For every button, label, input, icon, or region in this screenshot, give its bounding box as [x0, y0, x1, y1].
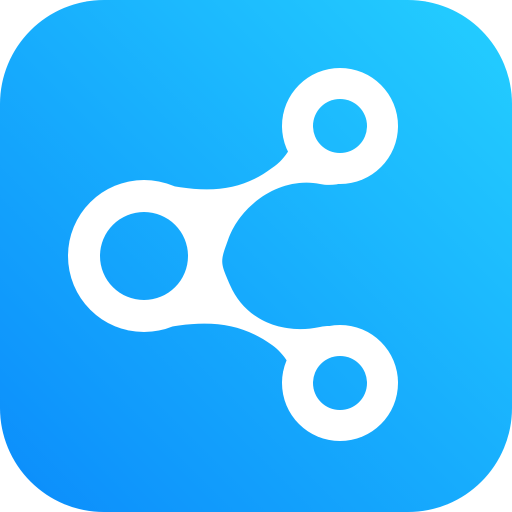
app-icon[interactable]: [0, 0, 512, 512]
share-icon: [0, 0, 512, 512]
app-icon-graphic: [0, 0, 512, 512]
